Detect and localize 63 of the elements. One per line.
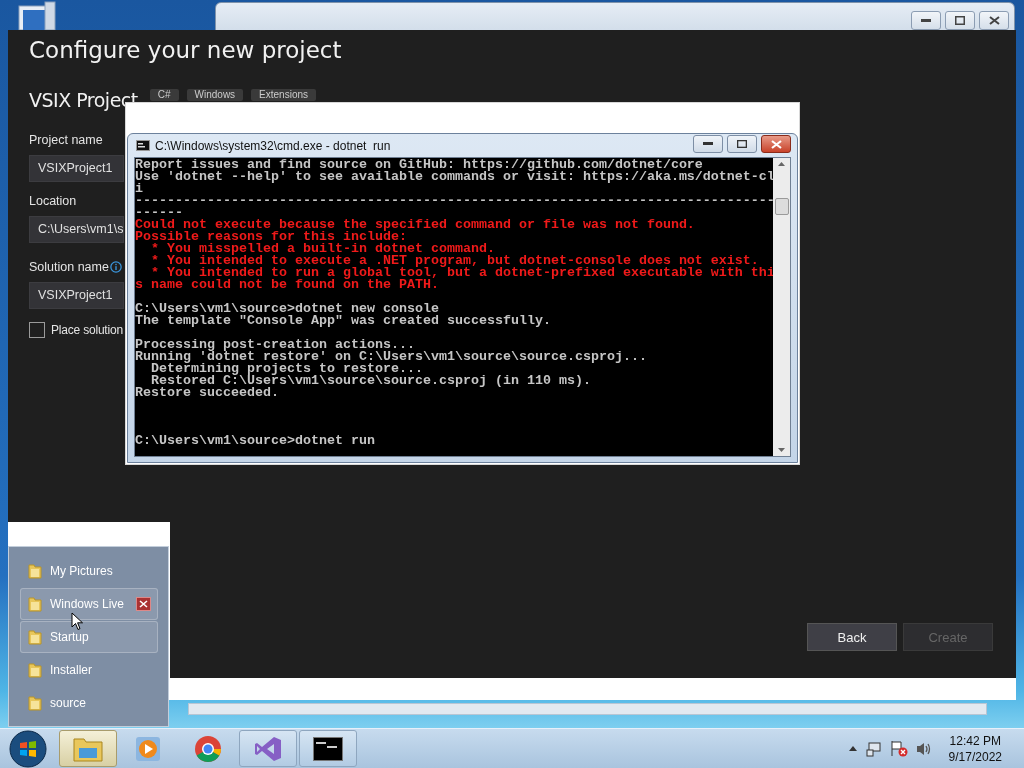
computer-icon[interactable] — [15, 0, 59, 30]
minimize-icon — [703, 142, 713, 146]
folder-icon — [73, 735, 103, 762]
tag: C# — [149, 89, 179, 101]
dialog-button[interactable]: Back — [807, 623, 897, 651]
clock-time[interactable]: 12:42 PM — [949, 732, 1001, 749]
console-line: -------------------------------------------------------------------------------- — [135, 193, 773, 208]
input-field[interactable]: VSIXProject1 — [29, 155, 124, 182]
folder-icon — [28, 695, 42, 711]
taskbar-button[interactable] — [299, 730, 357, 767]
tag: Windows — [186, 89, 244, 101]
dialog-title: Configure your new project — [29, 37, 343, 63]
network-icon[interactable] — [865, 740, 882, 757]
console-line: Restore succeeded. — [135, 385, 279, 400]
clock-date[interactable]: 9/17/2022 — [948, 748, 1002, 765]
flag-icon[interactable] — [889, 740, 908, 757]
terminal-icon — [136, 140, 150, 151]
console-line: ------ — [135, 205, 183, 220]
terminal-icon — [313, 736, 343, 761]
minimize-button[interactable] — [693, 135, 723, 153]
remove-button[interactable] — [136, 597, 151, 611]
play-icon — [135, 735, 161, 762]
input-field[interactable]: VSIXProject1 — [29, 282, 124, 309]
window-title: C:\Windows\system32\cmd.exe - dotnet run — [155, 138, 391, 153]
scrollbar[interactable] — [773, 158, 790, 456]
input-field[interactable]: C:\Users\vm1\s — [29, 216, 124, 243]
maximize-icon — [737, 140, 747, 148]
maximize-button[interactable] — [727, 135, 757, 153]
browser-icon — [194, 734, 222, 763]
field-label: Solution name — [29, 260, 109, 274]
pointer-icon — [71, 612, 84, 631]
console-line: C:\Users\vm1\source>dotnet run — [135, 433, 375, 448]
console-line: * You misspelled a built-in dotnet command. — [150, 241, 495, 256]
console-line: Could not execute because the specified command or file was not found. — [135, 217, 695, 232]
console-line: C:\Users\vm1\source>dotnet new console — [135, 301, 439, 316]
folder-icon — [28, 596, 42, 612]
close-icon — [988, 16, 1000, 25]
info-icon[interactable] — [109, 261, 122, 273]
field-label: Location — [29, 194, 77, 208]
minimize-icon — [921, 18, 931, 23]
checkbox[interactable] — [29, 322, 45, 338]
console-line: The template "Console App" was created successfully. — [135, 313, 551, 328]
up-arrow-icon[interactable] — [847, 745, 858, 752]
close-icon — [770, 139, 782, 149]
console-line: i — [135, 181, 143, 196]
close-button[interactable] — [979, 11, 1009, 30]
console-line: Processing post-creation actions... — [135, 337, 415, 352]
scrollbar-thumb[interactable] — [774, 198, 789, 215]
speaker-icon[interactable] — [915, 740, 933, 757]
close-button[interactable] — [761, 135, 791, 153]
tag: Extensions — [251, 89, 317, 101]
field-label: Project name — [29, 133, 103, 147]
console-line: Report issues and find source on GitHub: https://github.com/dotnet/core — [135, 158, 703, 172]
maximize-button[interactable] — [945, 11, 975, 30]
scrollbar[interactable] — [188, 703, 987, 715]
folder-icon — [28, 629, 42, 645]
infinity-icon — [254, 734, 282, 763]
start-button[interactable] — [9, 729, 47, 768]
checkbox-label: Place solution — [51, 323, 123, 337]
maximize-icon — [955, 16, 965, 25]
folder-icon — [28, 563, 42, 579]
folder-icon — [28, 662, 42, 678]
minimize-button[interactable] — [911, 11, 941, 30]
